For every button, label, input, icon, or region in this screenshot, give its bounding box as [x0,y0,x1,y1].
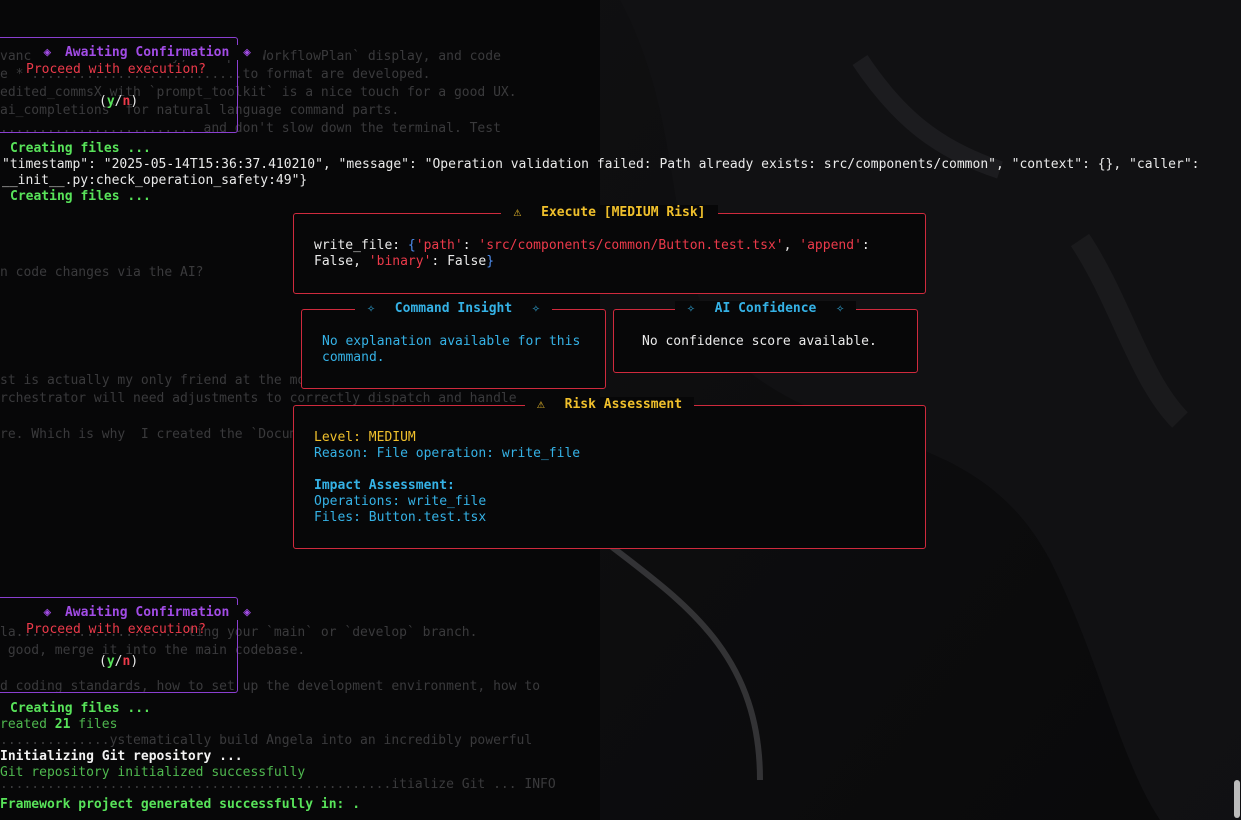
scrollbar-thumb[interactable] [1234,780,1240,818]
created-files-line: reated 21 files [0,717,118,732]
git-init-success: Git repository initialized successfully [0,765,306,780]
diamond-icon: ◈ [237,45,257,60]
sparkle-icon: ✧ [680,301,701,316]
confirmation-prompt: Proceed with execution? [26,62,207,77]
ai-confidence-panel: ✧ AI Confidence ✧ No confidence score av… [613,301,918,373]
impact-operations: Operations: write_file [314,494,487,509]
init-git-line: Initializing Git repository ... [0,749,243,764]
sparkle-icon: ✧ [830,301,851,316]
confirmation-box-bottom: ◈ Awaiting Confirmation ◈ Proceed with e… [0,597,263,693]
execute-panel: ⚠ Execute [MEDIUM Risk] write_file: {'pa… [293,205,926,294]
execute-panel-title: Execute [MEDIUM Risk] [535,205,712,220]
risk-level: Level: MEDIUM [314,430,416,445]
confirmation-prompt: Proceed with execution? [26,622,207,637]
ai-confidence-title: AI Confidence [708,301,823,316]
diamond-icon: ◈ [37,605,58,620]
impact-files: Files: Button.test.tsx [314,510,487,525]
yes-option[interactable]: y [107,94,115,109]
risk-reason: Reason: File operation: write_file [314,446,581,461]
command-insight-panel: ✧ Command Insight ✧ No explanation avail… [301,301,606,389]
command-insight-title: Command Insight [388,301,519,316]
command-line: False, 'binary': False} [314,254,495,269]
yes-option[interactable]: y [107,654,115,669]
status-creating-files: Creating files ... [10,701,151,716]
insight-text: No explanation available for this [322,334,581,349]
created-count: 21 [54,717,71,732]
confirmation-box-top: ◈ Awaiting Confirmation ◈ Proceed with e… [0,37,263,133]
yes-no-prompt[interactable]: (y/n) [99,654,138,670]
insight-text: command. [322,350,385,365]
confirmation-title: ◈ Awaiting Confirmation ◈ [31,45,263,60]
sparkle-icon: ✧ [526,301,546,316]
yes-no-prompt[interactable]: (y/n) [99,94,138,110]
risk-assessment-panel: ⚠ Risk Assessment Level: MEDIUM Reason: … [293,397,926,549]
warning-icon: ⚠ [530,397,551,412]
log-json-line: "timestamp": "2025-05-14T15:36:37.410210… [2,157,1200,172]
status-creating-files: Creating files ... [10,141,151,156]
diamond-icon: ◈ [237,605,257,620]
impact-heading: Impact Assessment: [314,478,455,493]
log-json-line: __init__.py:check_operation_safety:49"} [2,173,308,188]
confidence-text: No confidence score available. [642,334,877,349]
framework-success: Framework project generated successfully… [0,797,361,812]
bg-line: ..............ystematically build Angela… [0,733,533,748]
warning-icon: ⚠ [507,205,528,220]
status-creating-files: Creating files ... [10,189,151,204]
diamond-icon: ◈ [37,45,58,60]
bg-line: n code changes via the AI? [0,265,204,280]
sparkle-icon: ✧ [361,301,381,316]
command-line: write_file: {'path': 'src/components/com… [314,238,870,253]
confirmation-title: ◈ Awaiting Confirmation ◈ [31,605,263,620]
risk-assessment-title: Risk Assessment [558,397,689,412]
